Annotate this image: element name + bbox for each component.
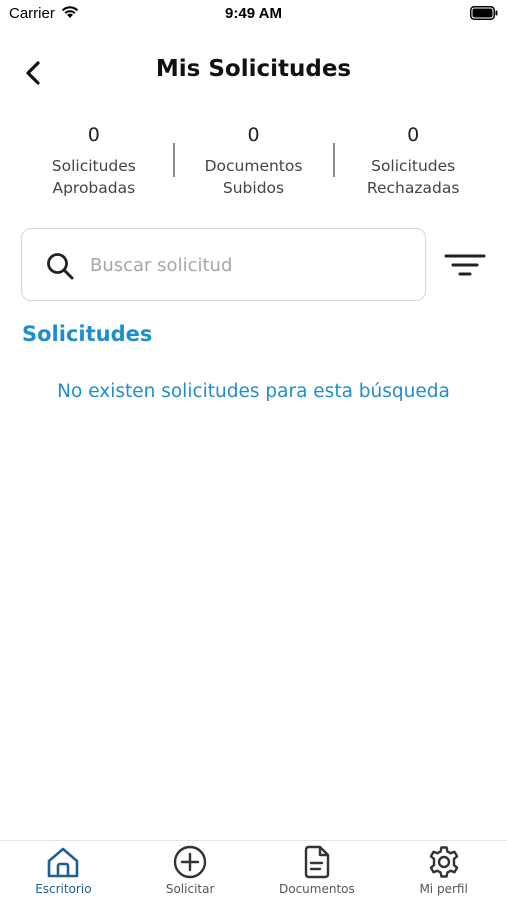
- tab-documentos[interactable]: Documentos: [254, 841, 381, 900]
- tab-solicitar[interactable]: Solicitar: [127, 841, 254, 900]
- battery-icon: [470, 6, 498, 20]
- home-icon: [48, 847, 79, 878]
- empty-state-message: No existen solicitudes para esta búsqued…: [57, 381, 450, 402]
- screen: Carrier 9:49 AM Mis Solicitudes 0 Solici…: [0, 0, 507, 900]
- tab-documentos-label: Documentos: [278, 882, 355, 896]
- gear-icon: [429, 846, 458, 878]
- stat-uploaded: 0 Documentos Subidos: [174, 121, 334, 207]
- stat-approved-label-line2: Aprobadas: [52, 179, 136, 197]
- section-title: Solicitudes: [22, 322, 153, 346]
- stat-divider: [173, 143, 175, 177]
- stat-uploaded-label-line1: Documentos: [204, 157, 303, 175]
- tab-mi-perfil[interactable]: Mi perfil: [380, 841, 507, 900]
- stat-rejected: 0 Solicitudes Rechazadas: [333, 121, 493, 207]
- search-box[interactable]: [21, 228, 426, 301]
- stat-uploaded-label-line2: Subidos: [222, 179, 285, 197]
- stat-uploaded-count: 0: [247, 124, 260, 146]
- status-bar: Carrier 9:49 AM: [0, 0, 507, 28]
- plus-circle-icon: [173, 845, 207, 879]
- stat-rejected-count: 0: [407, 124, 420, 146]
- stat-rejected-label: Solicitudes Rechazadas: [333, 155, 493, 199]
- stat-approved-label: Solicitudes Aprobadas: [14, 155, 174, 199]
- stats-row: 0 Solicitudes Aprobadas 0 Documentos Sub…: [14, 121, 493, 207]
- search-input[interactable]: [90, 249, 410, 281]
- tab-escritorio-label: Escritorio: [35, 882, 92, 896]
- document-icon: [304, 845, 330, 879]
- stat-rejected-label-line1: Solicitudes: [371, 157, 456, 175]
- tab-escritorio[interactable]: Escritorio: [0, 841, 127, 900]
- tab-solicitar-label: Solicitar: [165, 882, 215, 896]
- stat-approved: 0 Solicitudes Aprobadas: [14, 121, 174, 207]
- header: Mis Solicitudes: [0, 50, 507, 94]
- filter-icon[interactable]: [444, 250, 486, 280]
- stat-uploaded-label: Documentos Subidos: [174, 155, 334, 199]
- search-icon: [47, 253, 74, 280]
- stat-approved-count: 0: [87, 124, 100, 146]
- tab-mi-perfil-label: Mi perfil: [419, 882, 468, 896]
- clock-label: 9:49 AM: [225, 5, 282, 22]
- bottom-tab-bar: Escritorio Solicitar Documentos Mi perfi…: [0, 840, 507, 900]
- stat-approved-label-line1: Solicitudes: [51, 157, 136, 175]
- stat-rejected-label-line2: Rechazadas: [366, 179, 460, 197]
- page-title: Mis Solicitudes: [155, 56, 352, 82]
- stat-divider: [333, 143, 335, 177]
